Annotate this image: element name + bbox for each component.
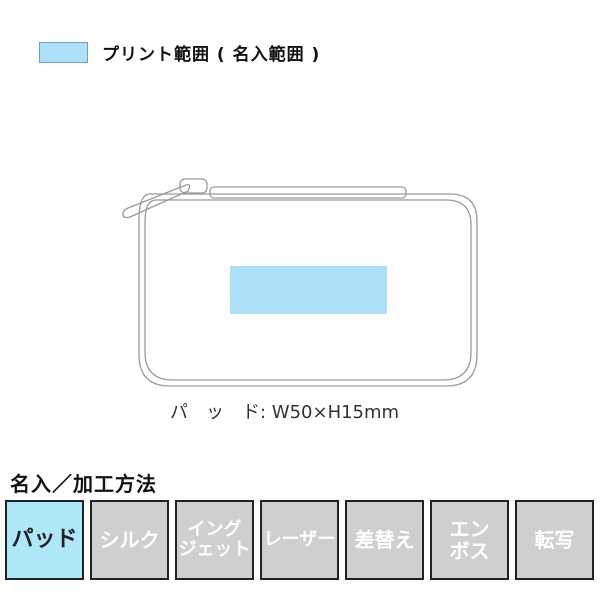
method-button-transfer[interactable]: 転写 (515, 500, 594, 580)
zipper-track (209, 186, 407, 199)
method-buttons: パッド シルク イング ジェット レーザー 差替え エン ボス 転写 (5, 500, 594, 580)
method-button-emboss[interactable]: エン ボス (430, 500, 509, 580)
method-button-silk[interactable]: シルク (90, 500, 169, 580)
method-button-inkjet[interactable]: イング ジェット (175, 500, 254, 580)
method-button-swap[interactable]: 差替え (345, 500, 424, 580)
print-size-label: パ ッ ド: W50×H15mm (170, 402, 400, 423)
print-area (230, 266, 387, 314)
methods-section-title: 名入／加工方法 (10, 472, 157, 496)
method-button-pad[interactable]: パッド (5, 500, 84, 580)
product-illustration (122, 178, 478, 387)
method-button-laser[interactable]: レーザー (260, 500, 339, 580)
